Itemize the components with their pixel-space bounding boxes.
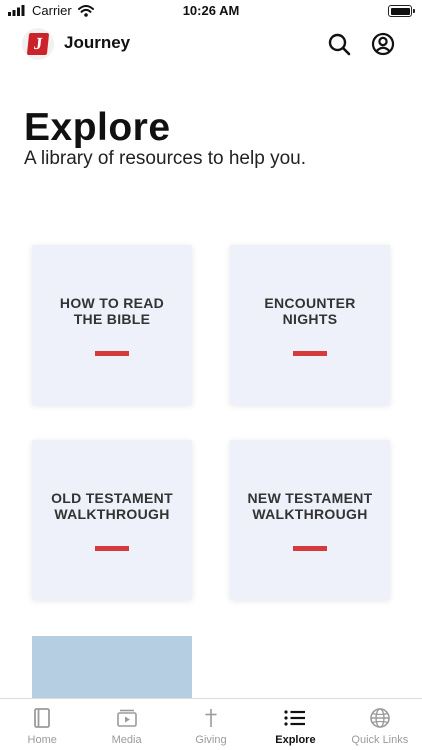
page-subtitle: A library of resources to help you. [24, 148, 306, 169]
card-accent-bar [95, 350, 129, 356]
tab-home[interactable]: Home [0, 699, 84, 750]
list-icon [283, 706, 307, 730]
card-label: NEW TESTAMENT WALKTHROUGH [247, 489, 373, 522]
app-header: J Journey [0, 24, 422, 64]
tab-giving[interactable]: Giving [169, 699, 253, 750]
tab-label: Quick Links [351, 734, 409, 746]
card-how-to-read-the-bible[interactable]: HOW TO READ THE BIBLE [32, 245, 192, 405]
card-label: ENCOUNTER NIGHTS [264, 294, 356, 327]
card-accent-bar [95, 545, 129, 551]
tab-bar: Home Media Giving Explore Quick Links [0, 698, 422, 750]
logo-letter: J [26, 33, 50, 55]
media-player-icon [115, 706, 139, 730]
globe-icon [368, 706, 392, 730]
book-icon [30, 706, 54, 730]
status-time: 10:26 AM [182, 3, 240, 18]
battery-icon [388, 5, 415, 17]
tab-quick-links[interactable]: Quick Links [338, 699, 422, 750]
card-accent-bar [293, 545, 327, 551]
status-bar: Carrier 10:26 AM [0, 0, 422, 22]
card-label: OLD TESTAMENT WALKTHROUGH [51, 489, 173, 522]
account-icon [371, 32, 395, 56]
cross-icon [199, 706, 223, 730]
card-old-testament-walkthrough[interactable]: OLD TESTAMENT WALKTHROUGH [32, 440, 192, 600]
search-button[interactable] [325, 30, 353, 58]
search-icon [328, 33, 351, 56]
tab-label: Media [111, 734, 142, 746]
tab-media[interactable]: Media [84, 699, 168, 750]
app-name: Journey [64, 33, 131, 52]
app-logo[interactable]: J [22, 28, 54, 60]
tab-explore[interactable]: Explore [253, 699, 337, 750]
tab-label: Giving [195, 734, 227, 746]
card-new-testament-walkthrough[interactable]: NEW TESTAMENT WALKTHROUGH [230, 440, 390, 600]
card-label: HOW TO READ THE BIBLE [59, 294, 165, 327]
account-button[interactable] [369, 30, 397, 58]
card-encounter-nights[interactable]: ENCOUNTER NIGHTS [230, 245, 390, 405]
tab-label: Explore [275, 734, 316, 746]
card-accent-bar [293, 350, 327, 356]
page-title: Explore [24, 106, 171, 149]
tab-label: Home [27, 734, 57, 746]
